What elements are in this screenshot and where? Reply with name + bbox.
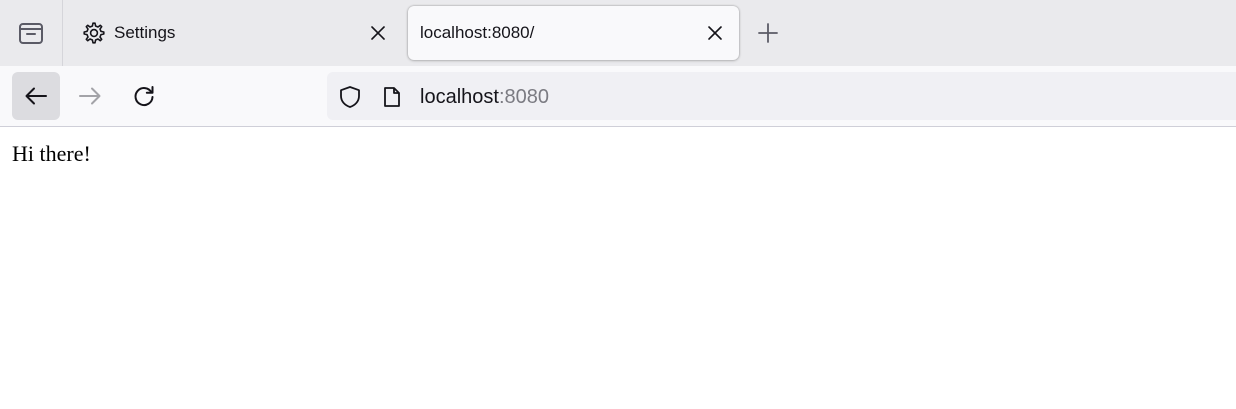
plus-icon — [758, 23, 778, 43]
new-tab-button[interactable] — [751, 16, 785, 50]
navigation-toolbar: localhost:8080 — [0, 66, 1236, 127]
tab-label: localhost:8080/ — [420, 23, 535, 42]
browser-window: Settings localhost:8080/ localhost:8080 … — [0, 0, 1236, 409]
page-content: Hi there! — [0, 127, 1236, 409]
tab-overview-button[interactable] — [0, 0, 63, 66]
forward-button[interactable] — [66, 72, 114, 120]
tab-settings[interactable]: Settings — [64, 6, 398, 60]
page-text: Hi there! — [12, 141, 91, 166]
url-port: :8080 — [498, 86, 549, 108]
shield-icon[interactable] — [338, 85, 362, 109]
arrow-left-icon — [24, 84, 48, 108]
url-text[interactable]: localhost:8080 — [420, 85, 549, 109]
gear-icon — [82, 21, 106, 45]
page-icon[interactable] — [380, 85, 404, 109]
back-button[interactable] — [12, 72, 60, 120]
reload-icon — [132, 84, 156, 108]
tab-overview-icon — [18, 21, 44, 45]
url-host: localhost — [420, 86, 499, 108]
tab-localhost[interactable]: localhost:8080/ — [408, 6, 739, 60]
reload-button[interactable] — [120, 72, 168, 120]
url-bar[interactable]: localhost:8080 — [327, 72, 1236, 120]
tab-label: Settings — [114, 23, 176, 42]
close-icon[interactable] — [368, 23, 388, 43]
tab-strip: Settings localhost:8080/ — [0, 0, 1236, 66]
arrow-right-icon — [78, 84, 102, 108]
close-icon[interactable] — [705, 23, 725, 43]
